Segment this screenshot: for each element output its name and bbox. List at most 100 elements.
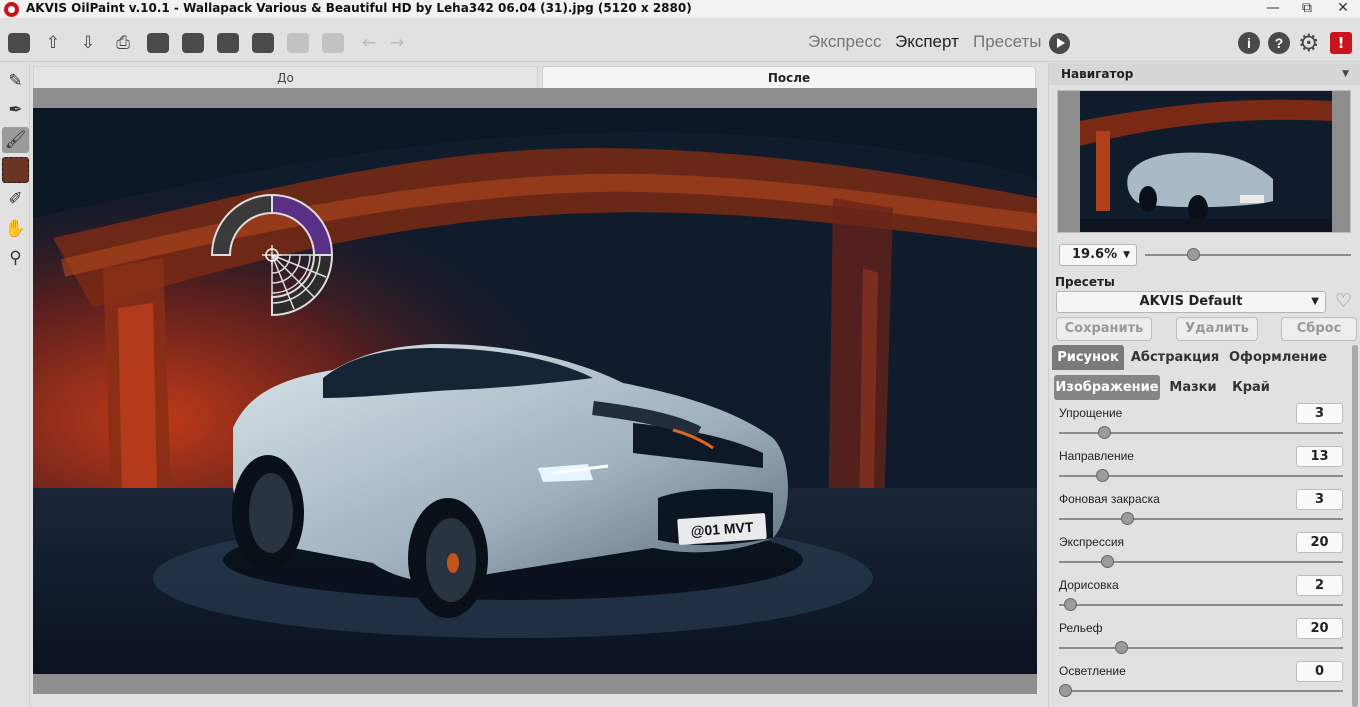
chevron-down-icon: ▼ xyxy=(1311,296,1319,307)
reset-preset-button[interactable]: Сброс xyxy=(1281,317,1357,341)
parameter-value-input[interactable]: 0 xyxy=(1296,661,1343,682)
parameter-slider-track[interactable] xyxy=(1059,690,1343,692)
zoom-select[interactable]: 19.6% ▼ xyxy=(1059,244,1137,266)
chevron-down-icon: ▼ xyxy=(1123,250,1130,260)
tab-image[interactable]: Изображение xyxy=(1054,375,1160,400)
run-processing-button[interactable] xyxy=(1049,33,1070,54)
minimize-button[interactable]: — xyxy=(1256,0,1290,18)
stroke-eraser-icon[interactable]: ✒ xyxy=(2,97,29,123)
preset-select[interactable]: AKVIS Default ▼ xyxy=(1056,291,1326,313)
alert-icon[interactable]: ! xyxy=(1330,32,1352,54)
parameter-label: Осветление xyxy=(1059,664,1126,678)
parameter-row: Направление 13 xyxy=(1049,446,1349,489)
tab-decoration[interactable]: Оформление xyxy=(1229,345,1327,370)
parameter-row: Рельеф 20 xyxy=(1049,618,1349,661)
parameter-row: Экспрессия 20 xyxy=(1049,532,1349,575)
parameter-label: Направление xyxy=(1059,449,1134,463)
parameter-label: Фоновая закраска xyxy=(1059,492,1160,506)
gear-icon[interactable]: ⚙ xyxy=(1298,30,1320,56)
parameter-row: Упрощение 3 xyxy=(1049,403,1349,446)
navigator-header[interactable]: Навигатор ▼ xyxy=(1049,63,1360,85)
parameter-slider-thumb[interactable] xyxy=(1064,598,1078,611)
mode-expert[interactable]: Эксперт xyxy=(895,32,959,52)
parameter-slider-thumb[interactable] xyxy=(1115,641,1129,654)
left-toolbar: ✎ ✒ 🖌 ✐ ✋ ⚲ xyxy=(0,63,30,707)
parameter-value-input[interactable]: 20 xyxy=(1296,618,1343,639)
zoom-icon[interactable]: ⚲ xyxy=(2,245,29,271)
redo-arrow-icon[interactable]: → xyxy=(384,31,410,55)
params-scrollbar[interactable] xyxy=(1352,345,1358,707)
brush-dial-icon xyxy=(210,193,334,317)
canvas-area: До После @01 MVT xyxy=(31,63,1044,707)
home-icon[interactable] xyxy=(6,31,32,55)
parameter-slider-thumb[interactable] xyxy=(1095,469,1109,482)
batch-settings-icon[interactable] xyxy=(145,31,171,55)
canvas-settings-icon[interactable] xyxy=(215,31,241,55)
parameter-row: Дорисовка 2 xyxy=(1049,575,1349,618)
parameter-slider-track[interactable] xyxy=(1059,647,1343,649)
parameter-slider-thumb[interactable] xyxy=(1101,555,1115,568)
tab-after[interactable]: После xyxy=(542,66,1036,88)
tab-edge[interactable]: Край xyxy=(1227,375,1275,400)
parameter-slider-thumb[interactable] xyxy=(1098,426,1112,439)
presets-label: Пресеты xyxy=(1055,275,1115,289)
tab-before[interactable]: До xyxy=(33,66,538,88)
eyedropper-icon[interactable]: ✐ xyxy=(2,186,29,212)
parameter-label: Дорисовка xyxy=(1059,578,1119,592)
image-frame: @01 MVT xyxy=(33,88,1037,694)
navigator-preview[interactable] xyxy=(1057,90,1351,233)
parameter-value-input[interactable]: 2 xyxy=(1296,575,1343,596)
akvis-logo-icon xyxy=(4,2,19,17)
tab-abstraction[interactable]: Абстракция xyxy=(1129,345,1221,370)
maximize-button[interactable]: ⧉ xyxy=(1290,0,1324,18)
brush-tool-icon[interactable] xyxy=(250,31,276,55)
parameter-label: Экспрессия xyxy=(1059,535,1125,549)
parameter-value-input[interactable]: 20 xyxy=(1296,532,1343,553)
hand-icon[interactable]: ✋ xyxy=(2,216,29,242)
open-file-icon[interactable]: ⇧ xyxy=(40,31,66,55)
direction-guides-icon[interactable]: ✎ xyxy=(2,68,29,94)
tab-drawing[interactable]: Рисунок xyxy=(1052,345,1124,370)
parameter-slider-track[interactable] xyxy=(1059,518,1343,520)
parameter-row: Осветление 0 xyxy=(1049,661,1349,704)
parameter-slider-thumb[interactable] xyxy=(1058,684,1072,697)
window-title: AKVIS OilPaint v.10.1 - Wallapack Variou… xyxy=(26,1,692,15)
preset-selected-value: AKVIS Default xyxy=(1139,294,1243,309)
close-button[interactable]: ✕ xyxy=(1326,0,1360,18)
parameter-label: Упрощение xyxy=(1059,406,1123,420)
tab-strokes[interactable]: Мазки xyxy=(1165,375,1221,400)
mode-express[interactable]: Экспресс xyxy=(808,32,881,52)
oil-painting-image[interactable]: @01 MVT xyxy=(33,108,1037,674)
right-panel: Навигатор ▼ 19.6% ▼ Пресеты AKVIS Defaul… xyxy=(1048,63,1360,707)
save-file-icon[interactable]: ⇩ xyxy=(75,31,101,55)
navigator-title: Навигатор xyxy=(1061,67,1134,81)
zoom-value: 19.6% xyxy=(1072,247,1118,262)
info-icon[interactable]: i xyxy=(1238,32,1260,54)
brush-tool-disabled-icon xyxy=(285,31,311,55)
color-swatch[interactable] xyxy=(2,157,29,183)
parameter-slider-track[interactable] xyxy=(1059,604,1343,606)
help-icon[interactable]: ? xyxy=(1268,32,1290,54)
save-preset-button[interactable]: Сохранить xyxy=(1056,317,1152,341)
heart-icon[interactable]: ♡ xyxy=(1335,290,1352,312)
parameter-value-input[interactable]: 13 xyxy=(1296,446,1343,467)
params-scrollbar-thumb[interactable] xyxy=(1352,345,1358,707)
plugin-settings-icon[interactable] xyxy=(180,31,206,55)
mode-presets[interactable]: Пресеты xyxy=(973,32,1042,52)
brush-size-widget[interactable] xyxy=(208,191,338,325)
parameter-slider-thumb[interactable] xyxy=(1121,512,1135,525)
parameter-row: Фоновая закраска 3 xyxy=(1049,489,1349,532)
main-toolbar: ⇧ ⇩ ⎙ ← → Экспресс Эксперт Пресеты i ? ⚙… xyxy=(0,24,1360,62)
eraser-disabled-icon xyxy=(320,31,346,55)
parameter-value-input[interactable]: 3 xyxy=(1296,403,1343,424)
parameter-value-input[interactable]: 3 xyxy=(1296,489,1343,510)
chevron-down-icon[interactable]: ▼ xyxy=(1342,63,1349,85)
brush-icon[interactable]: 🖌 xyxy=(2,127,29,153)
parameter-label: Рельеф xyxy=(1059,621,1103,635)
zoom-slider-track[interactable] xyxy=(1145,254,1351,256)
title-bar: AKVIS OilPaint v.10.1 - Wallapack Variou… xyxy=(0,0,1360,18)
delete-preset-button[interactable]: Удалить xyxy=(1176,317,1258,341)
undo-arrow-icon[interactable]: ← xyxy=(356,31,382,55)
zoom-slider-thumb[interactable] xyxy=(1187,248,1200,261)
print-icon[interactable]: ⎙ xyxy=(110,31,136,55)
